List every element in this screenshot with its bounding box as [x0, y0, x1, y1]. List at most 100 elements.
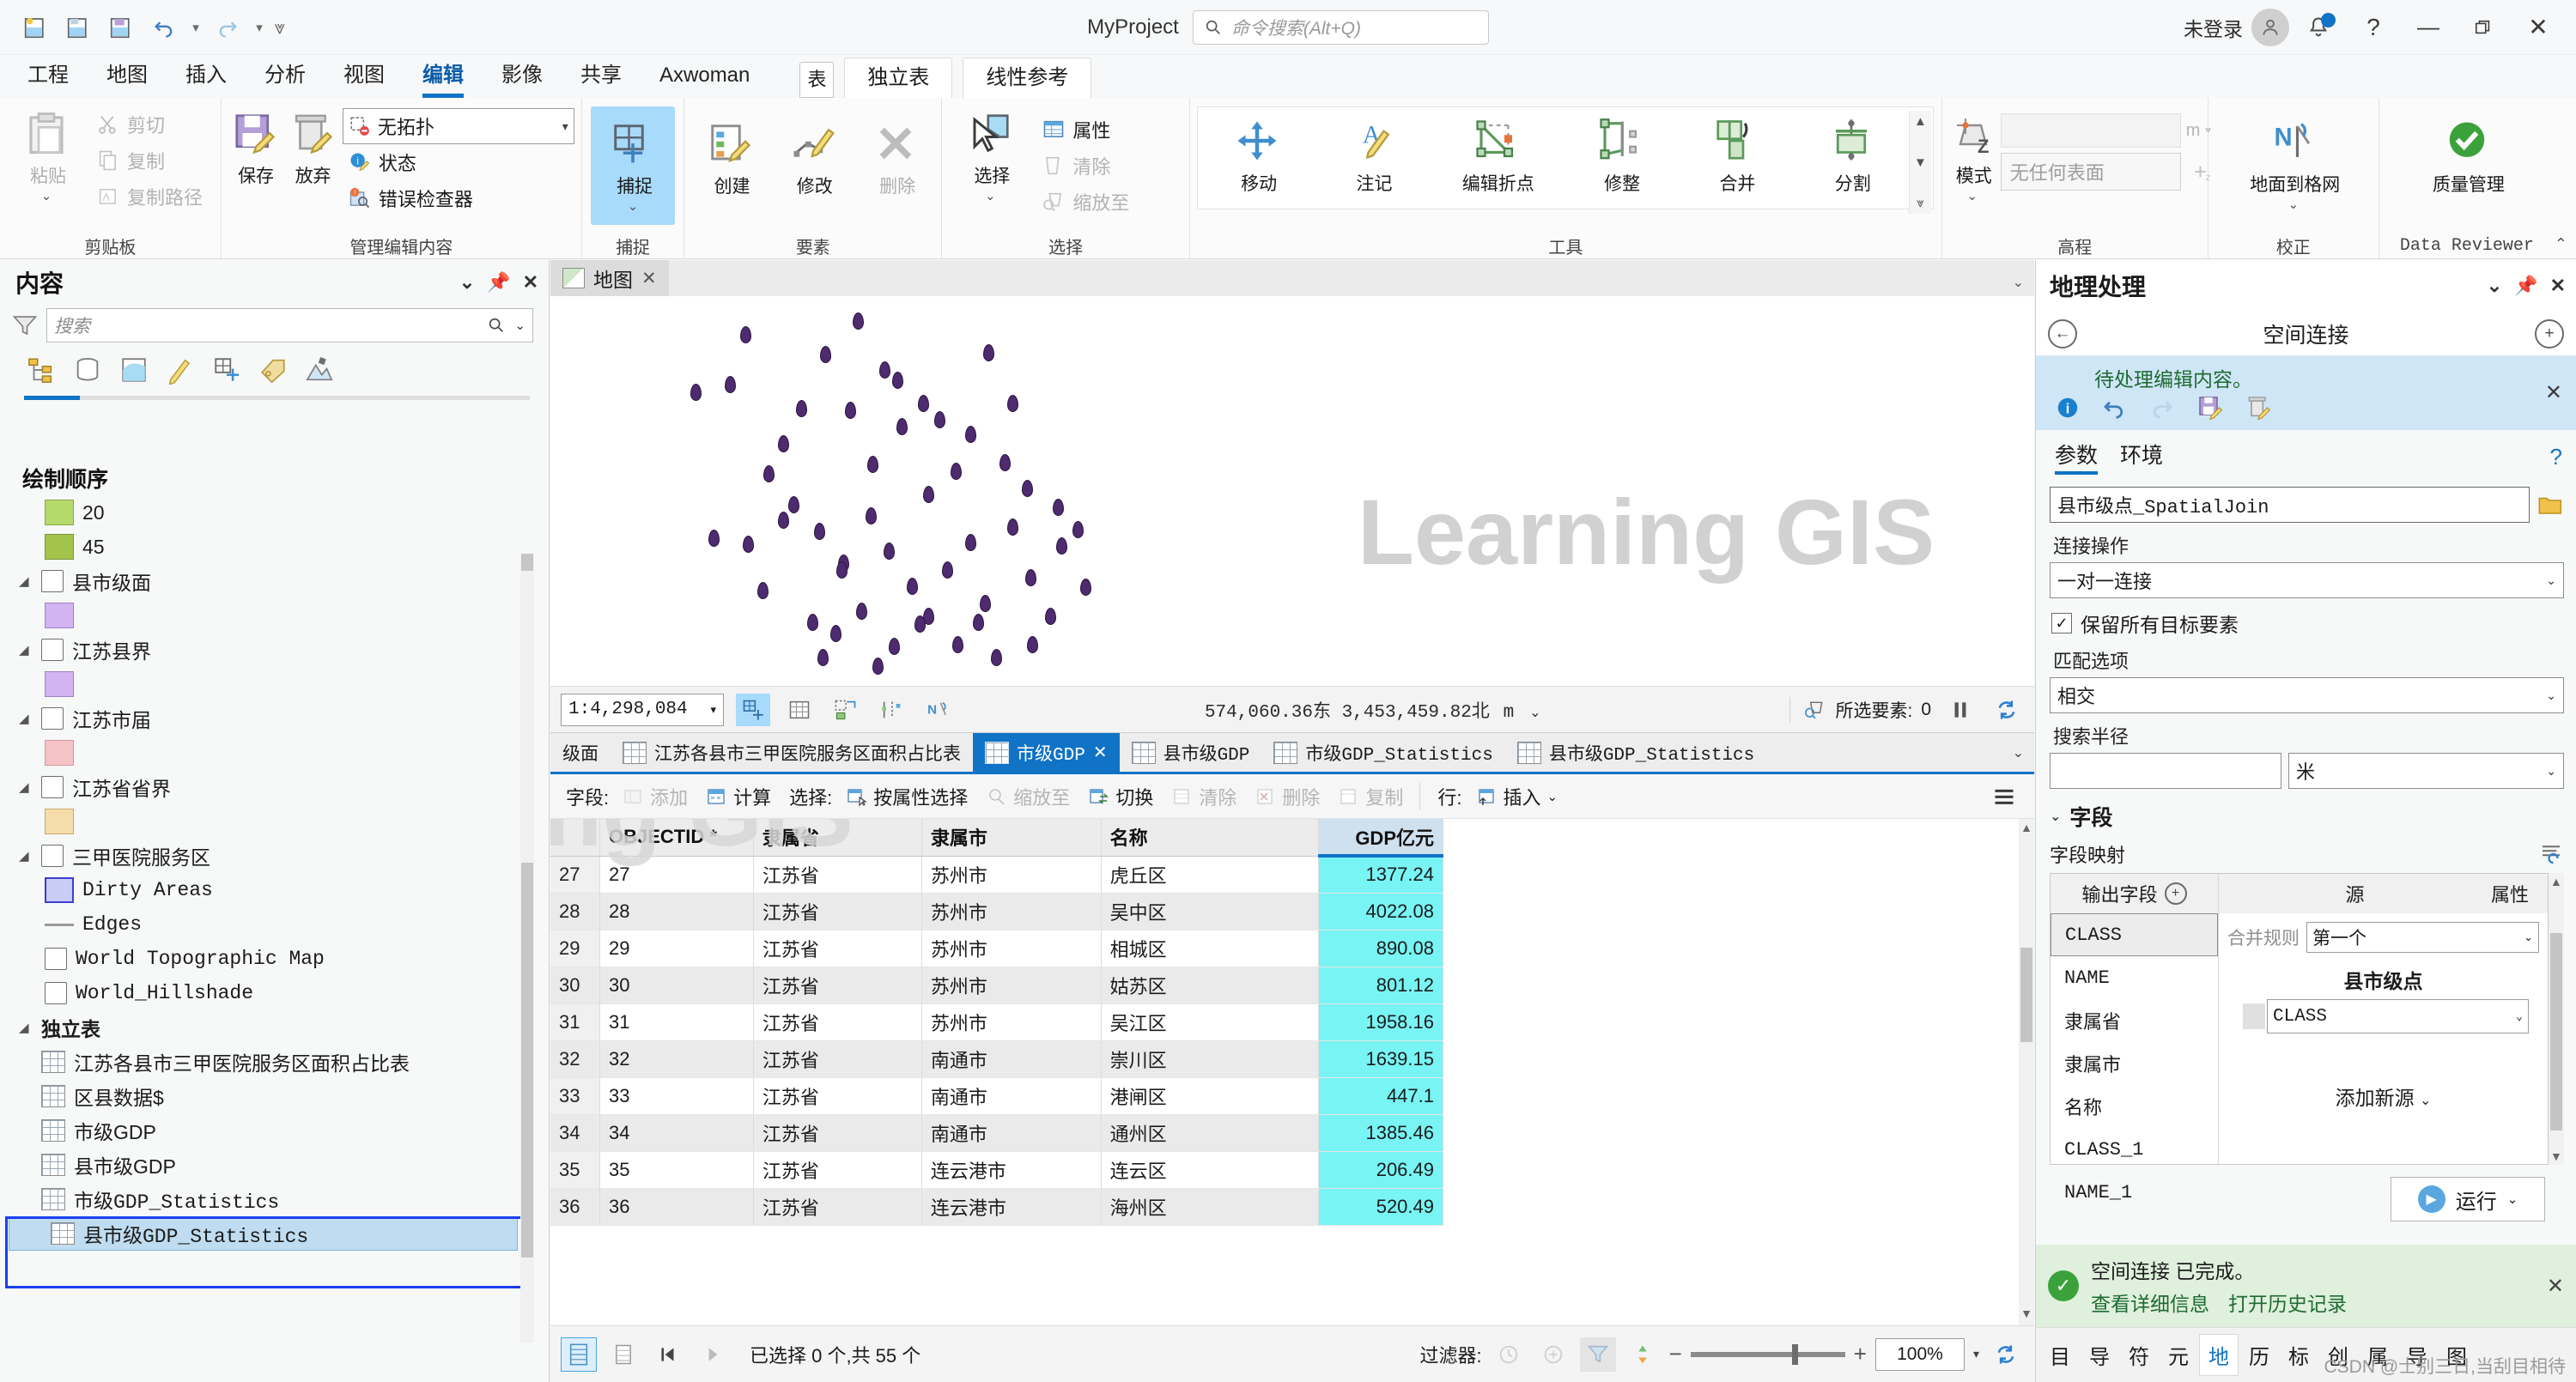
gp-add-button[interactable]: +	[2535, 319, 2564, 349]
map-point[interactable]	[1007, 518, 1018, 536]
row-number[interactable]: 30	[550, 967, 600, 1003]
copy-selection-button[interactable]: 复制	[1331, 779, 1409, 814]
map-point[interactable]	[991, 649, 1002, 666]
table-row[interactable]: 3636江苏省连云港市海州区520.49	[550, 1188, 1443, 1225]
cell-city[interactable]: 苏州市	[921, 856, 1101, 893]
map-point[interactable]	[973, 614, 984, 631]
cell-gdp[interactable]: 801.12	[1319, 967, 1443, 1003]
new-project-icon[interactable]	[15, 8, 55, 47]
map-point[interactable]	[725, 376, 736, 393]
table-options-menu-icon[interactable]	[1991, 785, 2026, 809]
map-point[interactable]	[980, 595, 991, 612]
search-radius-input[interactable]	[2050, 753, 2281, 789]
map-point[interactable]	[743, 536, 754, 553]
modify-features-button[interactable]: 修改	[775, 117, 852, 204]
cell-gdp[interactable]: 520.49	[1319, 1188, 1443, 1225]
map-point[interactable]	[814, 523, 825, 540]
map-north-icon[interactable]: N	[921, 694, 956, 726]
layer-world-topographic-map[interactable]: World Topographic Map	[0, 942, 537, 976]
column-header-city[interactable]: 隶属市	[921, 819, 1101, 856]
cell-name[interactable]: 相城区	[1101, 930, 1318, 967]
split-tool-button[interactable]: 分割	[1800, 114, 1903, 202]
redo-icon[interactable]	[208, 8, 247, 47]
table-tab-city-gdp[interactable]: 市级GDP ✕	[973, 733, 1120, 773]
cell-objectid[interactable]: 29	[600, 930, 754, 967]
expand-triangle-icon[interactable]: ◢	[19, 848, 33, 864]
zoom-in-icon[interactable]: +	[1854, 1341, 1867, 1367]
ribbon-tab-insert[interactable]: 插入	[167, 57, 246, 98]
layer-visibility-checkbox[interactable]	[41, 639, 64, 661]
cell-gdp[interactable]: 890.08	[1319, 930, 1443, 967]
map-point[interactable]	[757, 582, 769, 599]
table-row[interactable]: 3535江苏省连云港市连云区206.49	[550, 1151, 1443, 1188]
add-output-field-icon[interactable]: +	[2165, 882, 2187, 905]
map-point[interactable]	[690, 384, 702, 401]
gallery-expand-icon[interactable]: ⩔	[1917, 196, 1923, 210]
cell-city[interactable]: 苏州市	[921, 1003, 1101, 1040]
map-point[interactable]	[820, 346, 831, 363]
view-details-link[interactable]: 查看详细信息	[2091, 1288, 2209, 1317]
cell-gdp[interactable]: 1958.16	[1319, 1003, 1443, 1040]
table-tab-0[interactable]: 级面	[550, 733, 611, 773]
column-header-objectid[interactable]: OBJECTID *	[600, 819, 754, 856]
map-point[interactable]	[999, 454, 1011, 471]
snapping-button[interactable]: 捕捉 ⌄	[591, 106, 675, 225]
join-operation-dropdown[interactable]: 一对一连接 ⌄	[2050, 562, 2564, 598]
table-tab-city-gdp-statistics[interactable]: 市级GDP_Statistics	[1261, 733, 1504, 773]
cell-name[interactable]: 港闸区	[1101, 1077, 1318, 1114]
chevron-down-icon[interactable]: ⌄	[1529, 706, 1540, 720]
field-map-reset-icon[interactable]	[2538, 841, 2564, 867]
scroll-down-icon[interactable]: ▼	[2019, 1306, 2034, 1324]
ribbon-tab-share[interactable]: 共享	[562, 57, 641, 98]
side-tab-geoprocessing[interactable]: 地	[2199, 1334, 2239, 1376]
keep-all-target-row[interactable]: ✓ 保留所有目标要素	[2051, 609, 2564, 638]
side-tab-catalog[interactable]: 目	[2041, 1335, 2079, 1375]
paste-dropdown-icon[interactable]: ⌄	[41, 192, 52, 201]
map-point[interactable]	[1045, 608, 1056, 625]
map-canvas[interactable]: Learning GIS	[550, 296, 2034, 686]
completed-message-close-icon[interactable]: ✕	[2547, 1274, 2564, 1299]
table-tab-county-gdp[interactable]: 县市级GDP	[1120, 733, 1262, 773]
paste-button[interactable]: 粘贴 ⌄	[7, 106, 86, 204]
row-number[interactable]: 32	[550, 1040, 600, 1077]
cell-province[interactable]: 江苏省	[753, 1077, 921, 1114]
chevron-down-icon[interactable]: ▾	[710, 703, 716, 717]
table-tabs-overflow-icon[interactable]: ⌄	[2002, 744, 2034, 761]
attribute-table-grid[interactable]: OBJECTID * 隶属省 隶属市 名称 GDP亿元 2727江苏省苏州市虎丘…	[550, 819, 2034, 1325]
clear-selection-button[interactable]: 清除	[1036, 148, 1134, 184]
close-button[interactable]: ✕	[2512, 6, 2564, 49]
layer-visibility-checkbox[interactable]	[45, 948, 67, 970]
cell-name[interactable]: 通州区	[1101, 1114, 1318, 1151]
map-measure-icon[interactable]	[875, 694, 909, 726]
chevron-down-icon[interactable]: ⌄	[2546, 573, 2556, 588]
map-explore-icon[interactable]	[829, 694, 863, 726]
cell-city[interactable]: 连云港市	[921, 1151, 1101, 1188]
annotation-tool-button[interactable]: A 注记	[1321, 114, 1424, 202]
cell-province[interactable]: 江苏省	[753, 856, 921, 893]
map-point[interactable]	[965, 534, 976, 551]
map-point[interactable]	[872, 658, 884, 675]
list-by-data-source-icon[interactable]	[70, 353, 105, 387]
cell-city[interactable]: 连云港市	[921, 1188, 1101, 1225]
collapse-ribbon-icon[interactable]: ⌃	[2555, 235, 2567, 253]
expand-triangle-icon[interactable]: ◢	[19, 779, 33, 795]
select-button[interactable]: 选择 ⌄	[949, 106, 1031, 204]
list-by-selection-icon[interactable]	[117, 353, 151, 387]
map-point[interactable]	[817, 649, 829, 666]
side-tab-metadata[interactable]: 元	[2160, 1335, 2197, 1375]
cell-province[interactable]: 江苏省	[753, 967, 921, 1003]
map-point[interactable]	[1072, 521, 1084, 538]
undo-icon[interactable]	[144, 8, 184, 47]
list-by-labeling-icon[interactable]	[256, 353, 290, 387]
table-item-hospital-area-ratio[interactable]: 江苏各县市三甲医院服务区面积占比表	[0, 1045, 537, 1079]
output-field-class-1[interactable]: CLASS_1	[2050, 1128, 2218, 1171]
table-zoom-slider[interactable]	[1691, 1352, 1845, 1357]
insert-row-button[interactable]: 插入 ⌄	[1469, 779, 1564, 814]
switch-selection-button[interactable]: 切换	[1081, 779, 1159, 814]
cell-gdp[interactable]: 447.1	[1319, 1077, 1443, 1114]
cell-name[interactable]: 海州区	[1101, 1188, 1318, 1225]
map-point[interactable]	[1007, 395, 1018, 412]
output-field-name-1[interactable]: NAME_1	[2050, 1171, 2218, 1214]
map-point[interactable]	[884, 542, 895, 560]
expand-triangle-icon[interactable]: ◢	[19, 573, 33, 589]
